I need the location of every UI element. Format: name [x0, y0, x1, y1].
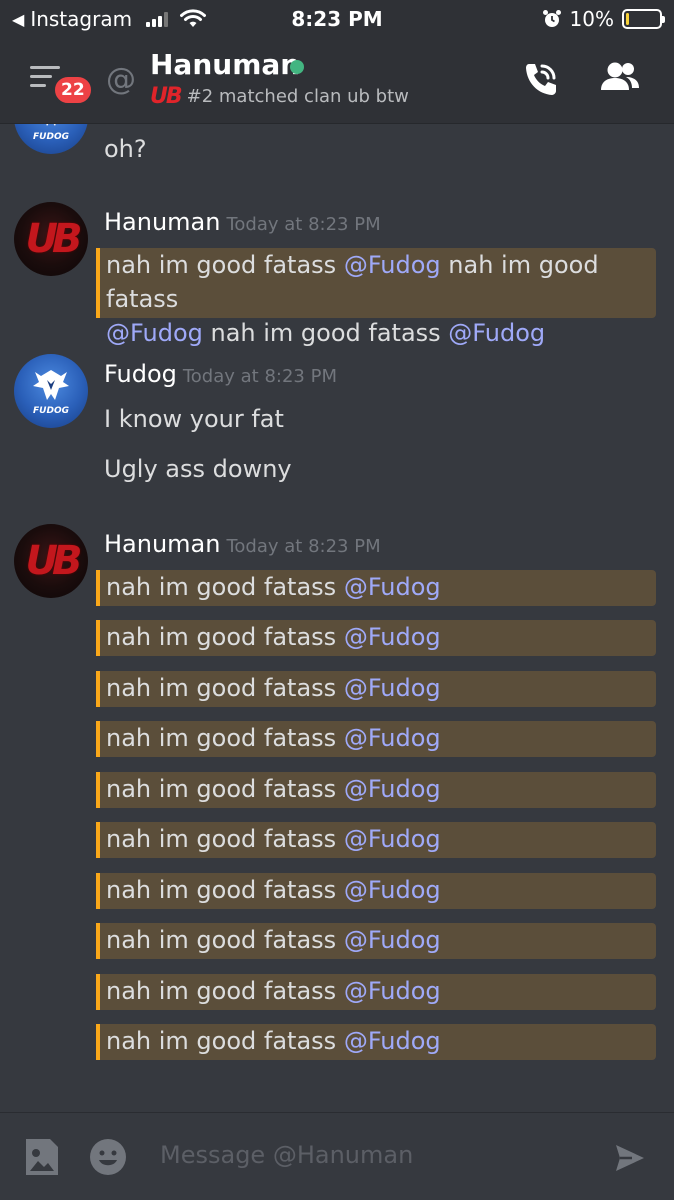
- message-text: I know your fat: [104, 405, 284, 433]
- message-timestamp: Today at 8:23 PM: [226, 214, 381, 235]
- mention[interactable]: @Fudog: [344, 775, 441, 803]
- message-timestamp: Today at 8:23 PM: [226, 536, 381, 557]
- message-text: nah im good fatass: [106, 623, 344, 651]
- custom-status: UB #2 matched clan ub btw: [150, 84, 409, 109]
- message-text: nah im good fatass: [106, 674, 344, 702]
- avatar-text: FUDOG: [33, 132, 69, 142]
- avatar-fudog[interactable]: FUDOG: [14, 354, 88, 428]
- call-icon[interactable]: [520, 58, 562, 100]
- mention-highlight-message: nah im good fatass @Fudog: [96, 671, 656, 707]
- mention-highlight-message: nah im good fatass @Fudog: [96, 1024, 656, 1060]
- mention[interactable]: @Fudog: [344, 977, 441, 1005]
- author-name[interactable]: Hanuman: [104, 530, 220, 558]
- mention-highlight-message: nah im good fatass @Fudog: [96, 974, 656, 1010]
- dm-header: 22 @ Hanuman UB #2 matched clan ub btw: [0, 40, 674, 124]
- message-author[interactable]: Fudog Today at 8:23 PM: [104, 360, 337, 388]
- menu-button[interactable]: 22: [30, 60, 94, 106]
- eagle-icon: [46, 124, 56, 126]
- message-text: nah im good fatass: [106, 876, 344, 904]
- message-text: nah im good fatass: [106, 1027, 344, 1055]
- alarm-icon: [542, 10, 561, 27]
- mention-highlight-message: nah im good fatass @Fudog: [96, 772, 656, 808]
- mention[interactable]: @Fudog: [344, 825, 441, 853]
- mention-highlight-message: nah im good fatass @Fudog nah im good fa…: [96, 248, 656, 347]
- message-text: nah im good fatass: [106, 977, 344, 1005]
- mention[interactable]: @Fudog: [448, 319, 545, 347]
- ub-logo-icon: UB: [150, 84, 183, 109]
- mention-highlight-message: nah im good fatass @Fudog: [96, 873, 656, 909]
- mention[interactable]: @Fudog: [344, 724, 441, 752]
- top-bar: ◀ Instagram 8:23 PM 10% 22 @ Hanuman UB …: [0, 0, 674, 124]
- author-name[interactable]: Fudog: [104, 360, 177, 388]
- message-text: Ugly ass downy: [104, 455, 292, 483]
- message-text: nah im good fatass: [106, 724, 344, 752]
- mention-highlight-message: nah im good fatass @Fudog: [96, 570, 656, 606]
- message-text: nah im good fatass: [106, 825, 344, 853]
- eagle-icon: [33, 370, 69, 400]
- mention[interactable]: @Fudog: [344, 926, 441, 954]
- avatar-fudog-partial[interactable]: FUDOG: [14, 124, 88, 154]
- online-status-dot: [290, 60, 304, 74]
- members-icon[interactable]: [598, 60, 642, 94]
- message-line: nah im good fatass @Fudog nah im good fa…: [106, 248, 656, 316]
- author-name[interactable]: Hanuman: [104, 208, 220, 236]
- custom-status-text: #2 matched clan ub btw: [186, 86, 409, 107]
- message-text: nah im good fatass: [202, 319, 449, 347]
- battery-fill: [626, 13, 629, 25]
- avatar-hanuman[interactable]: UB: [14, 202, 88, 276]
- message-text: nah im good fatass: [106, 775, 344, 803]
- message-text: nah im good fatass: [106, 573, 344, 601]
- unread-badge: 22: [52, 74, 94, 106]
- image-upload-icon[interactable]: [24, 1137, 60, 1177]
- mention-highlight-message: nah im good fatass @Fudog: [96, 620, 656, 656]
- mention-highlight-message: nah im good fatass @Fudog: [96, 822, 656, 858]
- mention-highlight-message: nah im good fatass @Fudog: [96, 923, 656, 959]
- mention-highlight-message: nah im good fatass @Fudog: [96, 721, 656, 757]
- message-composer: [0, 1112, 674, 1200]
- message-input[interactable]: [160, 1141, 580, 1169]
- mention[interactable]: @Fudog: [344, 1027, 441, 1055]
- message-text: nah im good fatass: [106, 926, 344, 954]
- battery-percent: 10%: [569, 7, 614, 31]
- message-text: oh?: [104, 135, 147, 163]
- battery-icon: [622, 9, 665, 29]
- emoji-icon[interactable]: [88, 1137, 128, 1177]
- mention[interactable]: @Fudog: [344, 623, 441, 651]
- send-icon[interactable]: [614, 1143, 646, 1173]
- message-list[interactable]: FUDOG oh? UB Hanuman Today at 8:23 PM nah…: [0, 124, 674, 1112]
- dm-title[interactable]: Hanuman: [150, 48, 300, 81]
- at-icon: @: [106, 62, 136, 97]
- message-line: @Fudog nah im good fatass @Fudog: [106, 316, 656, 350]
- avatar-text: UB: [25, 538, 83, 584]
- mention[interactable]: @Fudog: [344, 674, 441, 702]
- message-timestamp: Today at 8:23 PM: [182, 366, 337, 387]
- mention[interactable]: @Fudog: [344, 876, 441, 904]
- mention[interactable]: @Fudog: [344, 573, 441, 601]
- status-right: 10%: [542, 7, 665, 31]
- message-text: nah im good fatass: [106, 251, 344, 279]
- message-author[interactable]: Hanuman Today at 8:23 PM: [104, 530, 381, 558]
- message-author[interactable]: Hanuman Today at 8:23 PM: [104, 208, 381, 236]
- mention[interactable]: @Fudog: [344, 251, 441, 279]
- status-bar: ◀ Instagram 8:23 PM 10%: [0, 0, 674, 38]
- avatar-text: FUDOG: [33, 406, 69, 416]
- avatar-text: UB: [25, 216, 83, 262]
- avatar-hanuman[interactable]: UB: [14, 524, 88, 598]
- mention[interactable]: @Fudog: [106, 319, 203, 347]
